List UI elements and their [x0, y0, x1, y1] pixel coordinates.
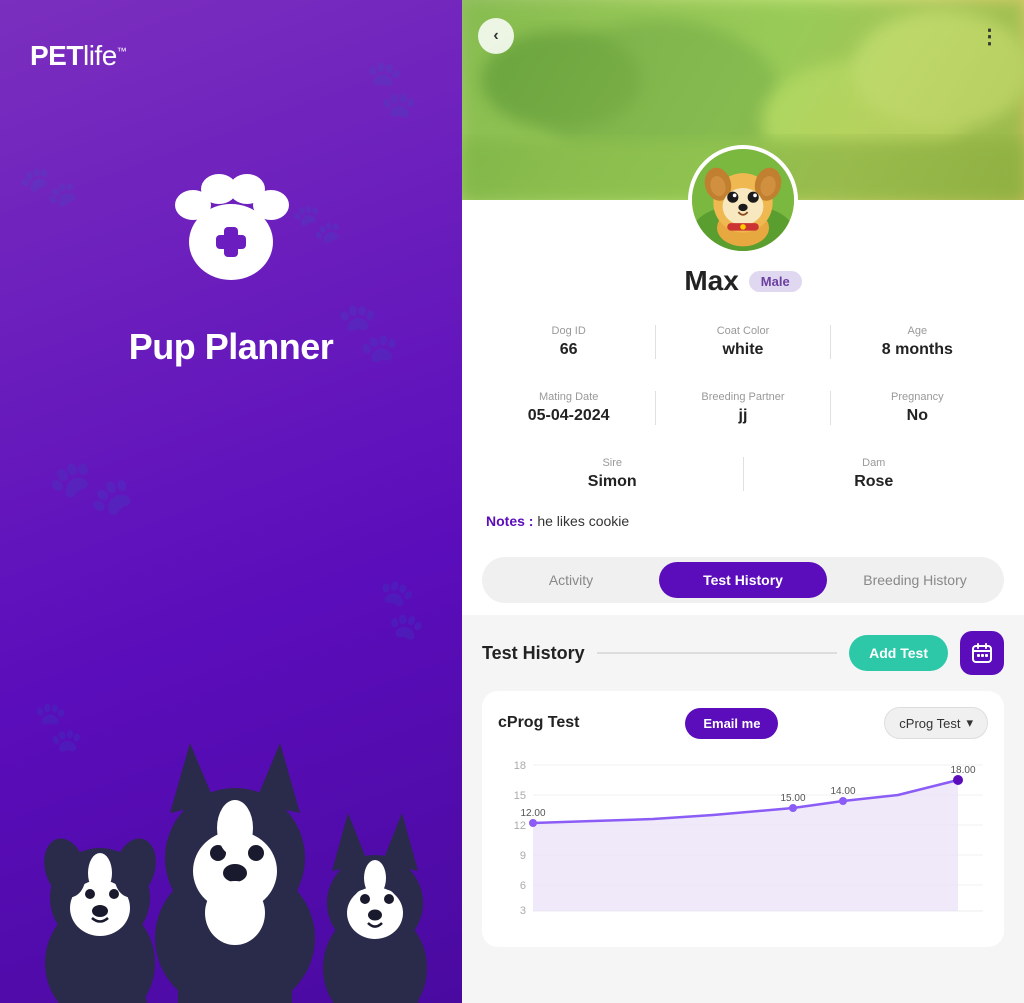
svg-text:15.00: 15.00: [780, 793, 805, 804]
sire-value: Simon: [588, 473, 637, 491]
dogs-svg: [0, 703, 462, 1003]
test-card-header: cProg Test Email me cProg Test ▾: [498, 707, 988, 739]
section-header: Test History Add Test: [482, 631, 1004, 675]
dropdown-arrow-icon: ▾: [966, 715, 973, 731]
dog-id-label: Dog ID: [552, 325, 586, 337]
notes-label: Notes :: [486, 513, 533, 529]
paw-icon-container: [146, 132, 316, 302]
pregnancy-value: No: [907, 407, 928, 425]
right-panel: ‹ ⋮: [462, 0, 1024, 1003]
svg-text:15: 15: [514, 790, 526, 802]
test-type-dropdown[interactable]: cProg Test ▾: [884, 707, 988, 739]
section-divider: [597, 652, 837, 654]
pet-name: Max: [684, 265, 738, 297]
test-card-title: cProg Test: [498, 714, 580, 732]
breeding-partner-cell: Breeding Partner jj: [656, 383, 829, 433]
section-title: Test History: [482, 643, 585, 664]
avatar-dog-svg: [692, 145, 794, 255]
profile-header: ‹ ⋮: [462, 0, 1024, 200]
info-grid-row3: Sire Simon Dam Rose: [462, 449, 1024, 499]
tab-breeding-history[interactable]: Breeding History: [831, 562, 999, 598]
sire-cell: Sire Simon: [482, 449, 743, 499]
dam-cell: Dam Rose: [744, 449, 1005, 499]
add-test-button[interactable]: Add Test: [849, 635, 948, 671]
content-area: Test History Add Test cProg Test Email: [462, 615, 1024, 1003]
mating-date-label: Mating Date: [539, 391, 598, 403]
tabs-container: Activity Test History Breeding History: [462, 545, 1024, 615]
breeding-partner-value: jj: [739, 407, 748, 425]
notes-value: he likes cookie: [537, 513, 629, 529]
dogs-illustration: [0, 703, 462, 1003]
age-label: Age: [908, 325, 928, 337]
dog-id-cell: Dog ID 66: [482, 317, 655, 367]
dam-label: Dam: [862, 457, 885, 469]
svg-text:12.00: 12.00: [520, 808, 545, 819]
svg-text:9: 9: [520, 850, 526, 862]
paw-watermark-1: 🐾: [352, 51, 431, 128]
gender-badge: Male: [749, 271, 802, 292]
tabs-inner: Activity Test History Breeding History: [482, 557, 1004, 603]
more-button[interactable]: ⋮: [972, 18, 1008, 54]
pregnancy-label: Pregnancy: [891, 391, 944, 403]
svg-text:6: 6: [520, 880, 526, 892]
app-title: Pup Planner: [129, 326, 334, 368]
back-button[interactable]: ‹: [478, 18, 514, 54]
tab-activity[interactable]: Activity: [487, 562, 655, 598]
mating-date-value: 05-04-2024: [528, 407, 610, 425]
info-grid-row1: Dog ID 66 Coat Color white Age 8 months: [462, 317, 1024, 367]
paw-plus-icon: [151, 137, 311, 297]
age-value: 8 months: [882, 341, 953, 359]
coat-color-cell: Coat Color white: [656, 317, 829, 367]
email-me-button[interactable]: Email me: [685, 708, 778, 739]
coat-color-value: white: [723, 341, 764, 359]
dam-value: Rose: [854, 473, 893, 491]
left-panel: 🐾 🐾 🐾 🐾 🐾 🐾 🐾 PETlife™: [0, 0, 462, 1003]
breeding-partner-label: Breeding Partner: [701, 391, 784, 403]
avatar: [688, 145, 798, 255]
app-logo: PETlife™: [30, 40, 126, 72]
test-card: cProg Test Email me cProg Test ▾ 18 15 1…: [482, 691, 1004, 947]
chart-svg: 18 15 12 9 6 3: [498, 751, 988, 931]
pet-name-row: Max Male: [462, 265, 1024, 297]
dog-id-value: 66: [560, 341, 578, 359]
svg-text:3: 3: [520, 905, 526, 917]
pregnancy-cell: Pregnancy No: [831, 383, 1004, 433]
calendar-icon: [971, 642, 993, 664]
info-grid-row2: Mating Date 05-04-2024 Breeding Partner …: [462, 383, 1024, 433]
age-cell: Age 8 months: [831, 317, 1004, 367]
coat-color-label: Coat Color: [717, 325, 770, 337]
test-type-label: cProg Test: [899, 716, 960, 731]
sire-label: Sire: [602, 457, 622, 469]
calendar-button[interactable]: [960, 631, 1004, 675]
mating-date-cell: Mating Date 05-04-2024: [482, 383, 655, 433]
svg-text:18: 18: [514, 760, 526, 772]
svg-text:14.00: 14.00: [830, 786, 855, 797]
logo-area: PETlife™: [30, 40, 126, 72]
chart-container: 18 15 12 9 6 3: [498, 751, 988, 931]
notes-row: Notes : he likes cookie: [462, 513, 1024, 529]
svg-text:12: 12: [514, 820, 526, 832]
svg-text:18.00: 18.00: [950, 765, 975, 776]
tab-test-history[interactable]: Test History: [659, 562, 827, 598]
